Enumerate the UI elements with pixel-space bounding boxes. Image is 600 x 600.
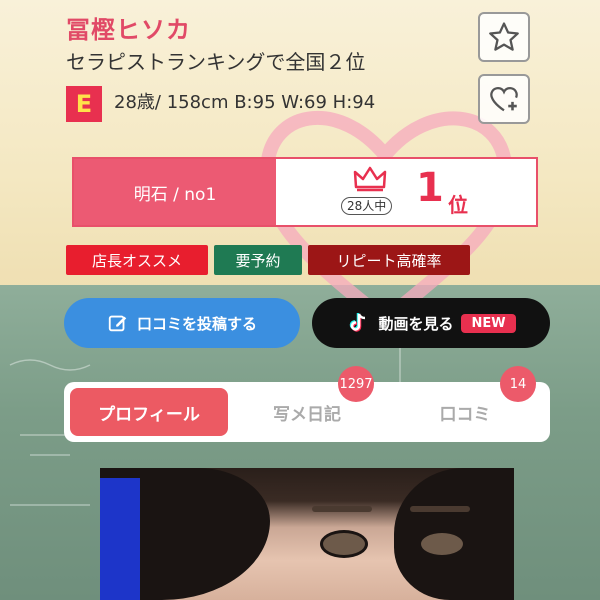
photo-left-brow — [312, 506, 372, 512]
tag-reservation-required: 要予約 — [214, 245, 302, 275]
rank-letter-badge: E — [66, 86, 102, 122]
photo-right-eye — [418, 530, 466, 558]
ranking-position-unit: 位 — [448, 193, 468, 217]
therapist-photo[interactable] — [100, 468, 514, 600]
star-icon — [489, 22, 519, 51]
photo-right-brow — [410, 506, 470, 512]
photo-diary-count-badge: 1297 — [338, 366, 374, 402]
profile-stats: 28歳/ 158cm B:95 W:69 H:94 — [114, 92, 376, 113]
like-button[interactable] — [478, 74, 530, 124]
ranking-result: 28人中 1 位 — [276, 159, 536, 225]
crown-icon — [353, 166, 387, 192]
reviews-count-badge: 14 — [500, 366, 536, 402]
watch-video-button[interactable]: 動画を見る NEW — [312, 298, 550, 348]
therapist-name: 冨樫ヒソカ — [66, 16, 191, 44]
post-review-button[interactable]: 口コミを投稿する — [64, 298, 300, 348]
tag-manager-recommend: 店長オススメ — [66, 245, 208, 275]
ranking-box: 明石 / no1 28人中 1 位 — [72, 157, 538, 227]
heart-plus-icon — [490, 87, 518, 112]
ranking-position: 1 — [416, 165, 444, 211]
profile-tabs: プロフィール 写メ日記 口コミ — [64, 382, 550, 442]
photo-left-eye — [320, 530, 368, 558]
tag-high-repeat: リピート高確率 — [308, 245, 470, 275]
new-badge: NEW — [461, 313, 516, 333]
edit-icon — [108, 315, 127, 332]
catchphrase: セラピストランキングで全国２位 — [66, 50, 366, 74]
tiktok-icon — [350, 313, 366, 332]
photo-blue-accent — [100, 478, 140, 600]
tab-profile[interactable]: プロフィール — [70, 388, 228, 436]
ranking-area-label: 明石 / no1 — [74, 159, 276, 225]
post-review-label: 口コミを投稿する — [136, 314, 257, 333]
watch-video-label: 動画を見る — [378, 314, 454, 333]
favorite-button[interactable] — [478, 12, 530, 62]
ranking-total: 28人中 — [341, 197, 393, 215]
